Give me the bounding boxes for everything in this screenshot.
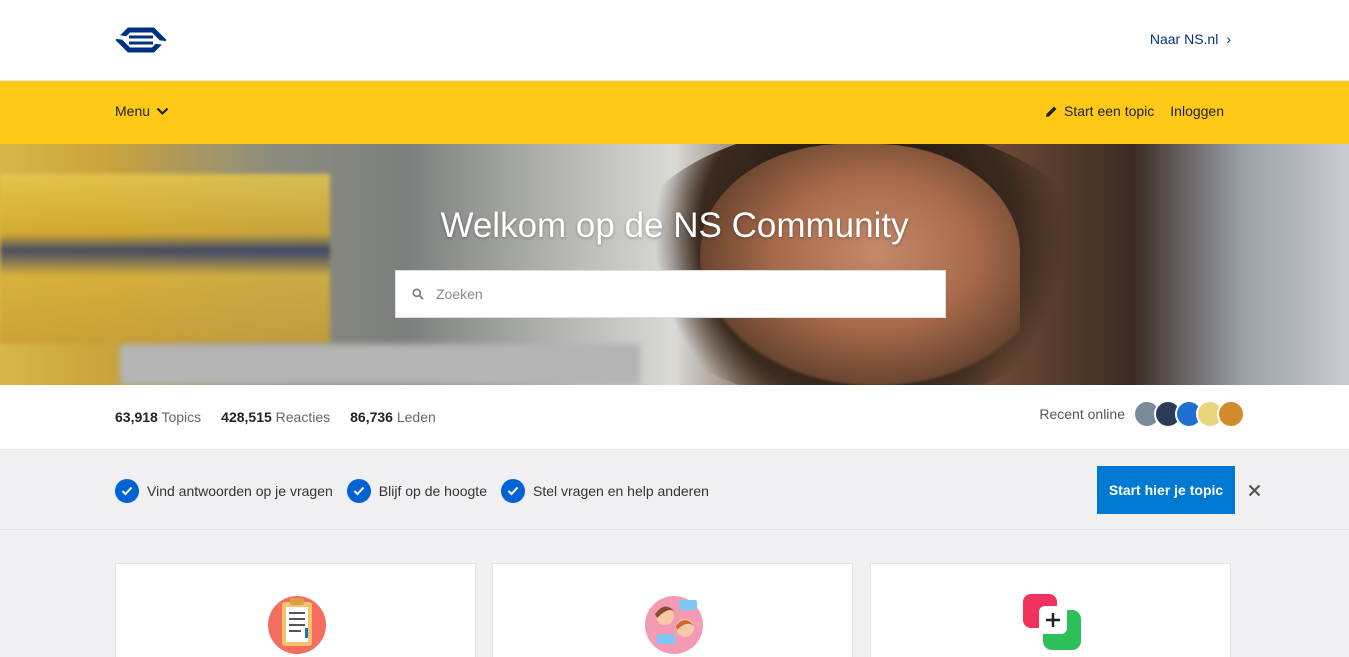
- main-nav: Menu Start een topic Inloggen: [0, 81, 1349, 144]
- chevron-down-icon: [156, 107, 169, 115]
- avatar-list: [1133, 400, 1245, 428]
- stat-leden: 86,736 Leden: [350, 409, 436, 425]
- conversation-icon: [645, 596, 703, 654]
- naar-ns-label: Naar NS.nl: [1149, 31, 1219, 47]
- login-label: Inloggen: [1170, 103, 1224, 119]
- pencil-icon: [1046, 106, 1057, 117]
- add-topic-icon: [1023, 594, 1081, 650]
- category-card[interactable]: [870, 563, 1231, 657]
- benefit-item: Vind antwoorden op je vragen: [115, 479, 333, 503]
- ns-logo[interactable]: [115, 25, 167, 55]
- top-bar: Naar NS.nl ›: [0, 0, 1349, 81]
- chevron-right-icon: ›: [1226, 31, 1231, 47]
- benefit-label: Stel vragen en help anderen: [532, 483, 709, 499]
- benefits-banner: Vind antwoorden op je vragen Blijf op de…: [0, 450, 1349, 530]
- stat-value: 63,918: [115, 409, 158, 425]
- search-input[interactable]: [436, 286, 916, 302]
- stat-label: Topics: [161, 409, 202, 425]
- category-card[interactable]: [115, 563, 476, 657]
- nav-actions: Start een topic Inloggen: [1045, 103, 1224, 119]
- stat-value: 86,736: [350, 409, 393, 425]
- recent-online-label: Recent online: [1039, 406, 1125, 422]
- stat-label: Leden: [396, 409, 436, 425]
- benefit-label: Blijf op de hoogte: [378, 483, 487, 499]
- benefit-item: Stel vragen en help anderen: [500, 479, 709, 503]
- stat-list: 63,918 Topics 428,515 Reacties 86,736 Le…: [115, 409, 436, 425]
- start-topic-button[interactable]: Start hier je topic: [1097, 466, 1235, 514]
- check-icon: [500, 479, 525, 503]
- hero-banner: Welkom op de NS Community: [0, 144, 1349, 385]
- start-topic-link[interactable]: Start een topic: [1045, 103, 1154, 119]
- benefit-list: Vind antwoorden op je vragen Blijf op de…: [115, 479, 709, 503]
- naar-ns-link[interactable]: Naar NS.nl ›: [1150, 31, 1231, 47]
- category-card[interactable]: [492, 563, 853, 657]
- start-topic-label: Start een topic: [1064, 103, 1155, 119]
- clipboard-icon: [268, 596, 326, 654]
- login-link[interactable]: Inloggen: [1170, 103, 1224, 119]
- avatar[interactable]: [1217, 400, 1245, 428]
- stat-label: Reacties: [275, 409, 331, 425]
- recent-online: Recent online: [1039, 400, 1245, 428]
- stat-value: 428,515: [221, 409, 272, 425]
- stat-reacties: 428,515 Reacties: [221, 409, 330, 425]
- check-icon: [346, 479, 371, 503]
- menu-label: Menu: [115, 103, 151, 119]
- search-box[interactable]: [395, 270, 946, 318]
- stats-bar: 63,918 Topics 428,515 Reacties 86,736 Le…: [0, 385, 1349, 450]
- menu-button[interactable]: Menu: [115, 103, 169, 119]
- hero-train-image: [0, 174, 330, 344]
- search-icon: [412, 288, 424, 300]
- hero-platform-image: [120, 344, 640, 385]
- benefit-label: Vind antwoorden op je vragen: [147, 483, 333, 499]
- benefit-item: Blijf op de hoogte: [346, 479, 487, 503]
- hero-face-image: [700, 144, 1020, 385]
- close-icon[interactable]: [1245, 481, 1263, 499]
- hero-title: Welkom op de NS Community: [440, 206, 909, 245]
- check-icon: [115, 479, 139, 503]
- stat-topics: 63,918 Topics: [115, 409, 201, 425]
